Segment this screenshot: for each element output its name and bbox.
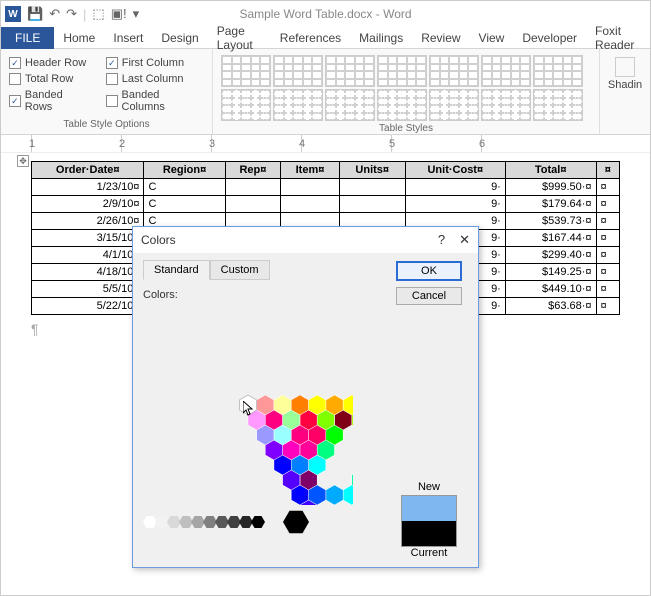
gray-scale-row[interactable] [143, 509, 390, 535]
tab-developer[interactable]: Developer [513, 27, 586, 49]
gray-swatch[interactable] [251, 515, 265, 529]
checkbox-header-row[interactable]: ✓Header Row [9, 57, 92, 69]
tab-review[interactable]: Review [412, 27, 469, 49]
tab-home[interactable]: Home [54, 27, 104, 49]
group-label-tso: Table Style Options [9, 119, 204, 130]
shading-button[interactable]: Shadin [608, 53, 642, 95]
checkbox-total-row[interactable]: Total Row [9, 73, 92, 85]
undo-icon[interactable]: ↶ [49, 6, 60, 22]
qat-dropdown-icon[interactable]: ▾ [133, 6, 140, 22]
table-style-thumb[interactable] [273, 55, 323, 87]
checkbox-last-column[interactable]: Last Column [106, 73, 204, 85]
table-move-handle[interactable]: ✥ [17, 155, 29, 167]
quick-access-toolbar: 💾 ↶ ↷ | ⬚ ▣! ▾ [27, 6, 139, 22]
window-title: Sample Word Table.docx - Word [239, 7, 411, 21]
new-color-swatch [402, 496, 456, 521]
tab-mailings[interactable]: Mailings [350, 27, 412, 49]
color-preview: New Current [401, 481, 457, 561]
macros-icon[interactable]: ▣! [111, 6, 127, 22]
black-swatch[interactable] [283, 509, 309, 535]
table-style-thumb[interactable] [481, 55, 531, 87]
select-objects-icon[interactable]: ⬚ [92, 6, 104, 22]
table-style-thumb[interactable] [377, 89, 427, 121]
table-style-thumb[interactable] [221, 89, 271, 121]
table-style-thumb[interactable] [429, 55, 479, 87]
gray-swatch[interactable] [179, 515, 193, 529]
word-app-icon: W [5, 6, 21, 22]
gray-swatch[interactable] [191, 515, 205, 529]
column-header[interactable]: Region¤ [144, 162, 225, 179]
file-tab[interactable]: FILE [1, 27, 54, 49]
ribbon-content: ✓Header Row Total Row ✓Banded Rows ✓First … [1, 49, 650, 135]
gray-swatch[interactable] [155, 515, 169, 529]
gray-swatch[interactable] [143, 515, 157, 529]
tab-references[interactable]: References [271, 27, 350, 49]
help-icon[interactable]: ? [438, 232, 445, 248]
table-style-thumb[interactable] [429, 89, 479, 121]
table-style-thumb[interactable] [221, 55, 271, 87]
column-header[interactable]: Units¤ [339, 162, 405, 179]
column-header[interactable]: ¤ [596, 162, 619, 179]
save-icon[interactable]: 💾 [27, 6, 43, 22]
gray-swatch[interactable] [167, 515, 181, 529]
cursor-icon [243, 401, 255, 417]
ok-button[interactable]: OK [396, 261, 462, 281]
close-icon[interactable]: ✕ [459, 232, 470, 248]
current-color-swatch [402, 521, 456, 546]
table-style-thumb[interactable] [533, 55, 583, 87]
qat-sep: | [83, 7, 86, 22]
tab-view[interactable]: View [470, 27, 514, 49]
gray-swatch[interactable] [239, 515, 253, 529]
cancel-button[interactable]: Cancel [396, 287, 462, 305]
table-style-thumb[interactable] [325, 55, 375, 87]
bucket-icon [615, 57, 635, 77]
column-header[interactable]: Order·Date¤ [32, 162, 144, 179]
colors-dialog: Colors ? ✕ Standard Custom Colors: OK Ca… [132, 226, 479, 568]
checkbox-banded-rows[interactable]: ✓Banded Rows [9, 89, 92, 113]
dialog-titlebar[interactable]: Colors ? ✕ [133, 227, 478, 253]
table-style-thumb[interactable] [533, 89, 583, 121]
checkbox-banded-columns[interactable]: Banded Columns [106, 89, 204, 113]
gray-swatch[interactable] [203, 515, 217, 529]
column-header[interactable]: Unit·Cost¤ [405, 162, 505, 179]
color-hexagon[interactable] [143, 305, 353, 505]
table-row[interactable]: 1/23/10¤C9·$999.50·¤¤ [32, 179, 620, 196]
ribbon-tabs: FILE Home Insert Design Page Layout Refe… [1, 27, 650, 49]
column-header[interactable]: Total¤ [505, 162, 596, 179]
table-styles-gallery[interactable] [221, 53, 591, 121]
checkbox-first-column[interactable]: ✓First Column [106, 57, 204, 69]
horizontal-ruler[interactable]: 123456 [1, 135, 650, 153]
gray-swatch[interactable] [215, 515, 229, 529]
table-style-thumb[interactable] [273, 89, 323, 121]
tab-standard[interactable]: Standard [143, 260, 210, 280]
tab-design[interactable]: Design [152, 27, 207, 49]
table-style-thumb[interactable] [325, 89, 375, 121]
table-style-thumb[interactable] [481, 89, 531, 121]
column-header[interactable]: Item¤ [281, 162, 339, 179]
colors-label: Colors: [143, 289, 390, 301]
tab-insert[interactable]: Insert [104, 27, 152, 49]
tab-custom[interactable]: Custom [210, 260, 270, 280]
dialog-title: Colors [141, 233, 176, 247]
title-bar: W 💾 ↶ ↷ | ⬚ ▣! ▾ Sample Word Table.docx … [1, 1, 650, 27]
group-label-styles: Table Styles [221, 123, 591, 134]
column-header[interactable]: Rep¤ [225, 162, 281, 179]
gray-swatch[interactable] [227, 515, 241, 529]
redo-icon[interactable]: ↷ [66, 6, 77, 22]
table-style-thumb[interactable] [377, 55, 427, 87]
table-row[interactable]: 2/9/10¤C9·$179.64·¤¤ [32, 196, 620, 213]
